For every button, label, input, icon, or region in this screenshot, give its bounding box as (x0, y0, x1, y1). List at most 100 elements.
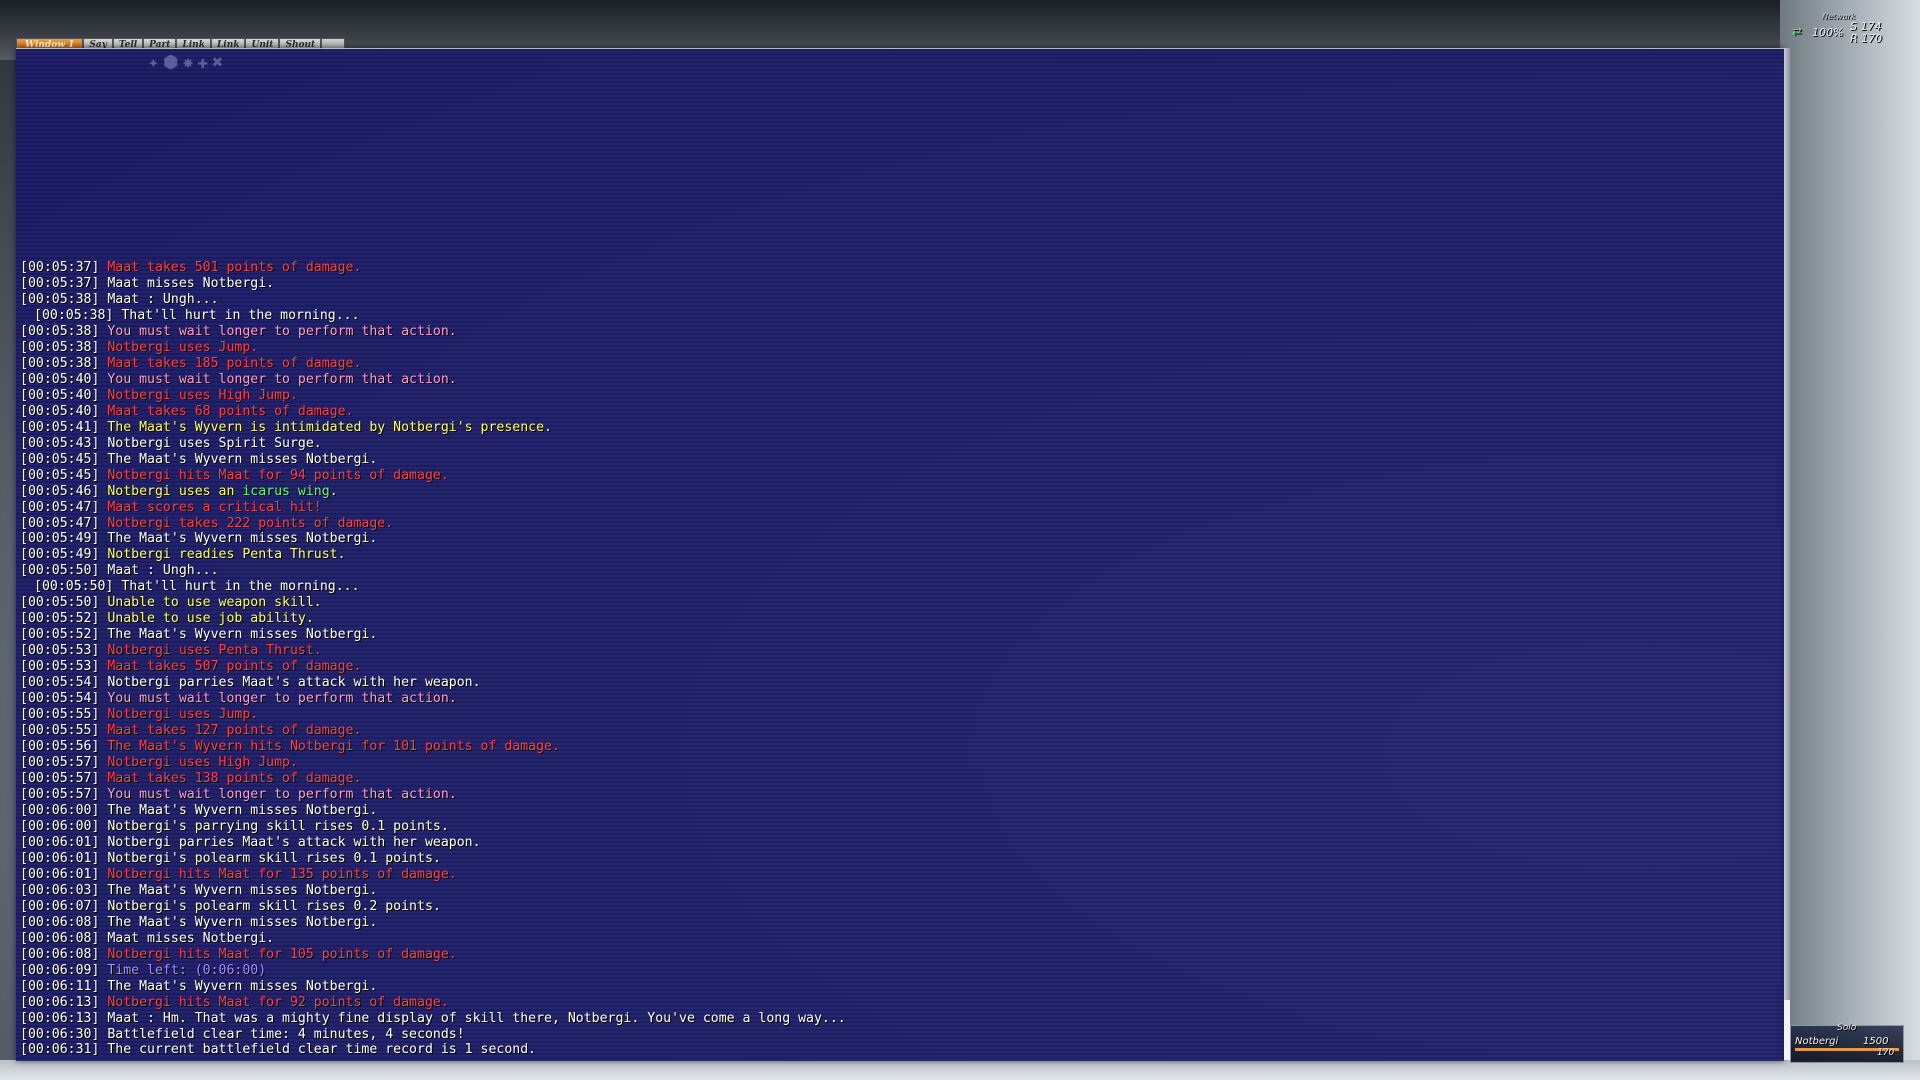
chat-timestamp: [00:05:38] (20, 291, 100, 307)
chat-line: [00:05:53] Maat takes 507 points of dama… (20, 659, 1780, 675)
chat-line: [00:05:38] Maat takes 185 points of dama… (20, 356, 1780, 372)
chat-timestamp: [00:05:37] (20, 275, 100, 291)
chat-message: Notbergi uses High Jump. (107, 755, 298, 771)
chat-timestamp: [00:06:08] (20, 946, 100, 962)
network-arrows-icon: ⇄ (1792, 24, 1803, 38)
party-status[interactable]: Solo Notbergi 1500 170 (1790, 1023, 1904, 1063)
chat-timestamp: [00:05:52] (20, 611, 100, 627)
chat-message: Maat : Ungh... (107, 291, 219, 307)
chat-line: [00:06:09] Time left: (0:06:00) (20, 963, 1780, 979)
chat-timestamp: [00:05:47] (20, 499, 100, 515)
status-effects: ✦ ⬢ ✸ ✚ ✖ (148, 52, 223, 73)
chat-message: The Maat's Wyvern misses Notbergi. (107, 531, 378, 547)
chat-timestamp: [00:05:52] (20, 627, 100, 643)
chat-timestamp: [00:05:57] (20, 771, 100, 786)
chat-message: The Maat's Wyvern misses Notbergi. (107, 882, 378, 898)
chat-timestamp: [00:05:45] (20, 467, 100, 483)
chat-timestamp: [00:06:11] (20, 978, 100, 994)
chat-timestamp: [00:06:01] (20, 850, 100, 866)
chat-line: [00:06:07] Notbergi's polearm skill rise… (20, 899, 1780, 915)
chat-message: Notbergi readies Penta Thrust. (107, 547, 346, 563)
chat-line: [00:05:37] Maat misses Notbergi. (20, 276, 1780, 292)
chat-timestamp: [00:05:45] (20, 451, 100, 467)
chat-timestamp: [00:05:41] (20, 419, 100, 435)
chat-timestamp: [00:05:37] (20, 260, 100, 275)
chat-timestamp: [00:05:57] (20, 786, 100, 802)
chat-message: Notbergi takes 222 points of damage. (107, 515, 394, 531)
chat-timestamp: [00:06:13] (20, 1010, 100, 1026)
chat-timestamp: [00:05:50] (20, 563, 100, 579)
chat-line: [00:05:56] The Maat's Wyvern hits Notber… (20, 739, 1780, 755)
chat-message: Maat takes 185 points of damage. (107, 355, 362, 371)
chat-timestamp: [00:06:08] (20, 914, 100, 930)
chat-message: Notbergi parries Maat's attack with her … (107, 675, 481, 691)
chat-message: Notbergi hits Maat for 94 points of dama… (107, 467, 449, 483)
chat-scrollbar[interactable] (1784, 48, 1790, 1060)
status-effect-icon: ✸ (182, 52, 194, 73)
chat-timestamp: [00:06:13] (20, 994, 100, 1010)
network-indicator: Network ⇄ 100% S 174 R 170 (1790, 12, 1890, 45)
status-effect-icon: ✦ (148, 52, 159, 73)
chat-message: Notbergi uses Jump. (107, 707, 259, 723)
chat-line: [00:05:38] Notbergi uses Jump. (20, 340, 1780, 356)
chat-line: [00:06:00] The Maat's Wyvern misses Notb… (20, 803, 1780, 819)
chat-timestamp: [00:05:38] (20, 323, 100, 339)
chat-line: [00:05:40] Notbergi uses High Jump. (20, 388, 1780, 404)
chat-timestamp: [00:05:54] (20, 691, 100, 707)
status-effect-icon: ✚ (197, 52, 209, 73)
chat-message: Notbergi's parrying skill rises 0.1 poin… (107, 818, 449, 834)
chat-timestamp: [00:06:09] (20, 962, 100, 978)
chat-line: [00:06:13] Maat : Hm. That was a mighty … (20, 1011, 1780, 1027)
chat-message: That'll hurt in the morning... (121, 579, 360, 595)
chat-timestamp: [00:05:55] (20, 723, 100, 739)
chat-line: [00:05:57] Maat takes 138 points of dama… (20, 771, 1780, 787)
chat-line: [00:06:00] Notbergi's parrying skill ris… (20, 819, 1780, 835)
chat-line: [00:05:57] You must wait longer to perfo… (20, 787, 1780, 803)
chat-message: Maat : Hm. That was a mighty fine displa… (107, 1010, 846, 1026)
chat-timestamp: [00:05:50] (20, 595, 100, 611)
chat-line: [00:05:38] Maat : Ungh... (20, 292, 1780, 308)
chat-message: Maat takes 138 points of damage. (107, 771, 362, 786)
chat-message: Notbergi uses Penta Thrust. (107, 643, 322, 659)
chat-message: Notbergi hits Maat for 92 points of dama… (107, 994, 449, 1010)
chat-line: [00:06:08] Maat misses Notbergi. (20, 931, 1780, 947)
chat-message: Notbergi uses an (107, 483, 243, 499)
chat-message: You must wait longer to perform that act… (107, 323, 457, 339)
chat-timestamp: [00:05:40] (20, 387, 100, 403)
chat-timestamp: [00:05:43] (20, 435, 100, 451)
chat-timestamp: [00:05:50] (34, 579, 114, 595)
chat-line: [00:05:57] Notbergi uses High Jump. (20, 755, 1780, 771)
network-percent: 100% (1812, 26, 1844, 39)
scene-background-right (1780, 0, 1920, 1080)
chat-timestamp: [00:06:00] (20, 802, 100, 818)
chat-message: Notbergi hits Maat for 105 points of dam… (107, 946, 457, 962)
chat-line: [00:05:49] Notbergi readies Penta Thrust… (20, 547, 1780, 563)
chat-timestamp: [00:06:08] (20, 930, 100, 946)
chat-message: You must wait longer to perform that act… (107, 371, 457, 387)
chat-timestamp: [00:05:54] (20, 675, 100, 691)
chat-line: [00:05:43] Notbergi uses Spirit Surge. (20, 436, 1780, 452)
chat-message: Maat takes 507 points of damage. (107, 659, 362, 675)
chat-line: [00:05:37] Maat takes 501 points of dama… (20, 260, 1780, 276)
chat-line: [00:05:52] Unable to use job ability. (20, 611, 1780, 627)
chat-line: [00:06:13] Notbergi hits Maat for 92 poi… (20, 995, 1780, 1011)
chat-line: [00:06:01] Notbergi's polearm skill rise… (20, 851, 1780, 867)
chat-line: [00:05:50] Unable to use weapon skill. (20, 595, 1780, 611)
chat-line: [00:06:08] Notbergi hits Maat for 105 po… (20, 947, 1780, 963)
chat-line: [00:05:54] You must wait longer to perfo… (20, 691, 1780, 707)
chat-message: Maat takes 501 points of damage. (107, 260, 362, 275)
chat-line: [00:05:53] Notbergi uses Penta Thrust. (20, 643, 1780, 659)
chat-line: [00:05:45] Notbergi hits Maat for 94 poi… (20, 468, 1780, 484)
chat-line: [00:06:01] Notbergi hits Maat for 135 po… (20, 867, 1780, 883)
chat-message-tail: . (329, 483, 338, 499)
chat-timestamp: [00:05:49] (20, 547, 100, 563)
chat-line: [00:05:38] You must wait longer to perfo… (20, 324, 1780, 340)
party-member-hp: 1500 (1863, 1036, 1889, 1047)
chat-timestamp: [00:05:55] (20, 707, 100, 723)
chat-message: Notbergi uses High Jump. (107, 387, 298, 403)
chat-message: The Maat's Wyvern misses Notbergi. (107, 978, 378, 994)
chat-line: [00:05:50] Maat : Ungh... (20, 563, 1780, 579)
chat-timestamp: [00:05:53] (20, 659, 100, 675)
chat-timestamp: [00:05:57] (20, 755, 100, 771)
chat-line: [00:06:30] Battlefield clear time: 4 min… (20, 1027, 1780, 1043)
